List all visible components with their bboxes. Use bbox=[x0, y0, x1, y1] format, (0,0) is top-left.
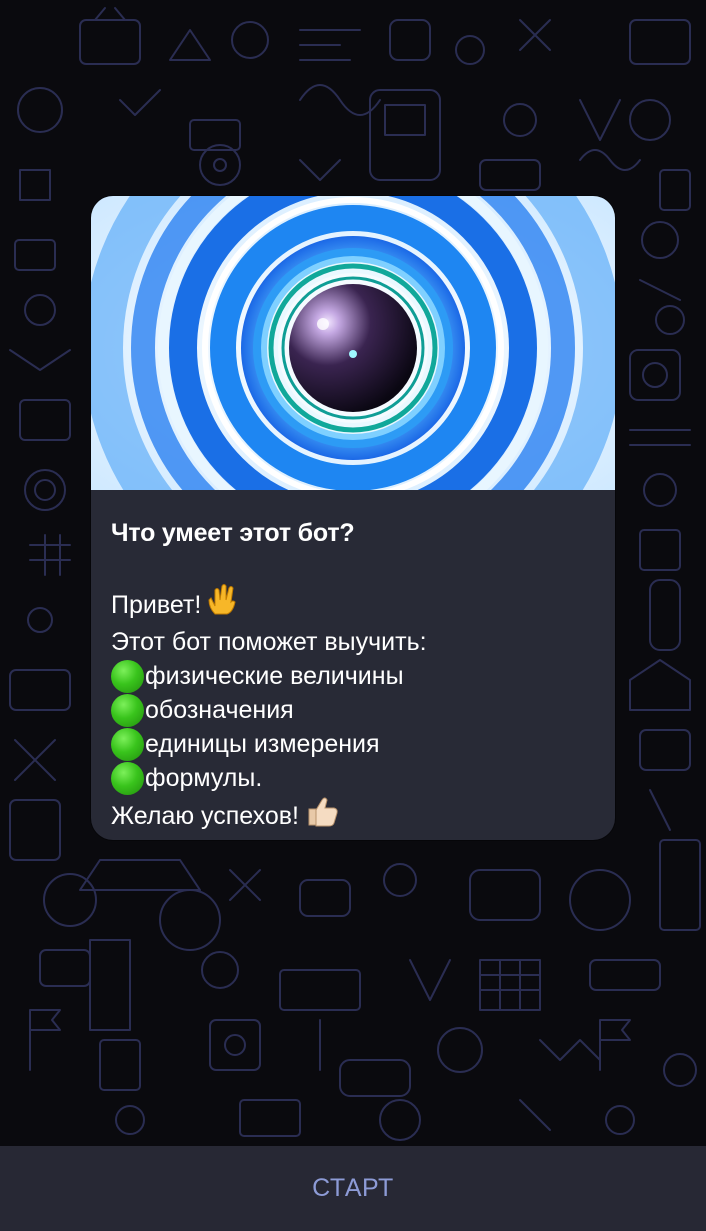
bot-description-card: Что умеет этот бот? Привет! Этот бот пом… bbox=[91, 196, 615, 840]
greeting-line: Привет! bbox=[111, 584, 595, 625]
list-item: обозначения bbox=[111, 693, 595, 727]
list-item: физические величины bbox=[111, 659, 595, 693]
chat-screen: Что умеет этот бот? Привет! Этот бот пом… bbox=[0, 0, 706, 1231]
bot-description-text: Привет! Этот бот поможет выучить: физиче… bbox=[111, 584, 595, 836]
green-circle-icon bbox=[111, 659, 144, 693]
farewell-text: Желаю успехов! bbox=[111, 801, 300, 830]
start-button[interactable]: СТАРТ bbox=[0, 1146, 706, 1231]
green-circle-icon bbox=[111, 761, 144, 795]
bot-description-body: Что умеет этот бот? Привет! Этот бот пом… bbox=[91, 490, 615, 836]
green-circle-icon bbox=[111, 693, 144, 727]
list-item: единицы измерения bbox=[111, 727, 595, 761]
list-item-text: единицы измерения bbox=[145, 730, 380, 758]
intro-line: Этот бот поможет выучить: bbox=[111, 628, 427, 656]
list-item-text: формулы. bbox=[145, 764, 263, 792]
start-button-label: СТАРТ bbox=[312, 1174, 394, 1202]
farewell-line: Желаю успехов! bbox=[111, 795, 595, 836]
list-item: формулы. bbox=[111, 761, 595, 795]
thumbs-up-icon bbox=[305, 795, 339, 836]
list-item-text: обозначения bbox=[145, 696, 294, 724]
bot-cover-image bbox=[91, 196, 615, 490]
card-title: Что умеет этот бот? bbox=[111, 519, 355, 547]
vulcan-salute-icon bbox=[207, 584, 237, 625]
greeting-text: Привет! bbox=[111, 590, 202, 619]
green-circle-icon bbox=[111, 727, 144, 761]
list-item-text: физические величины bbox=[145, 662, 404, 690]
